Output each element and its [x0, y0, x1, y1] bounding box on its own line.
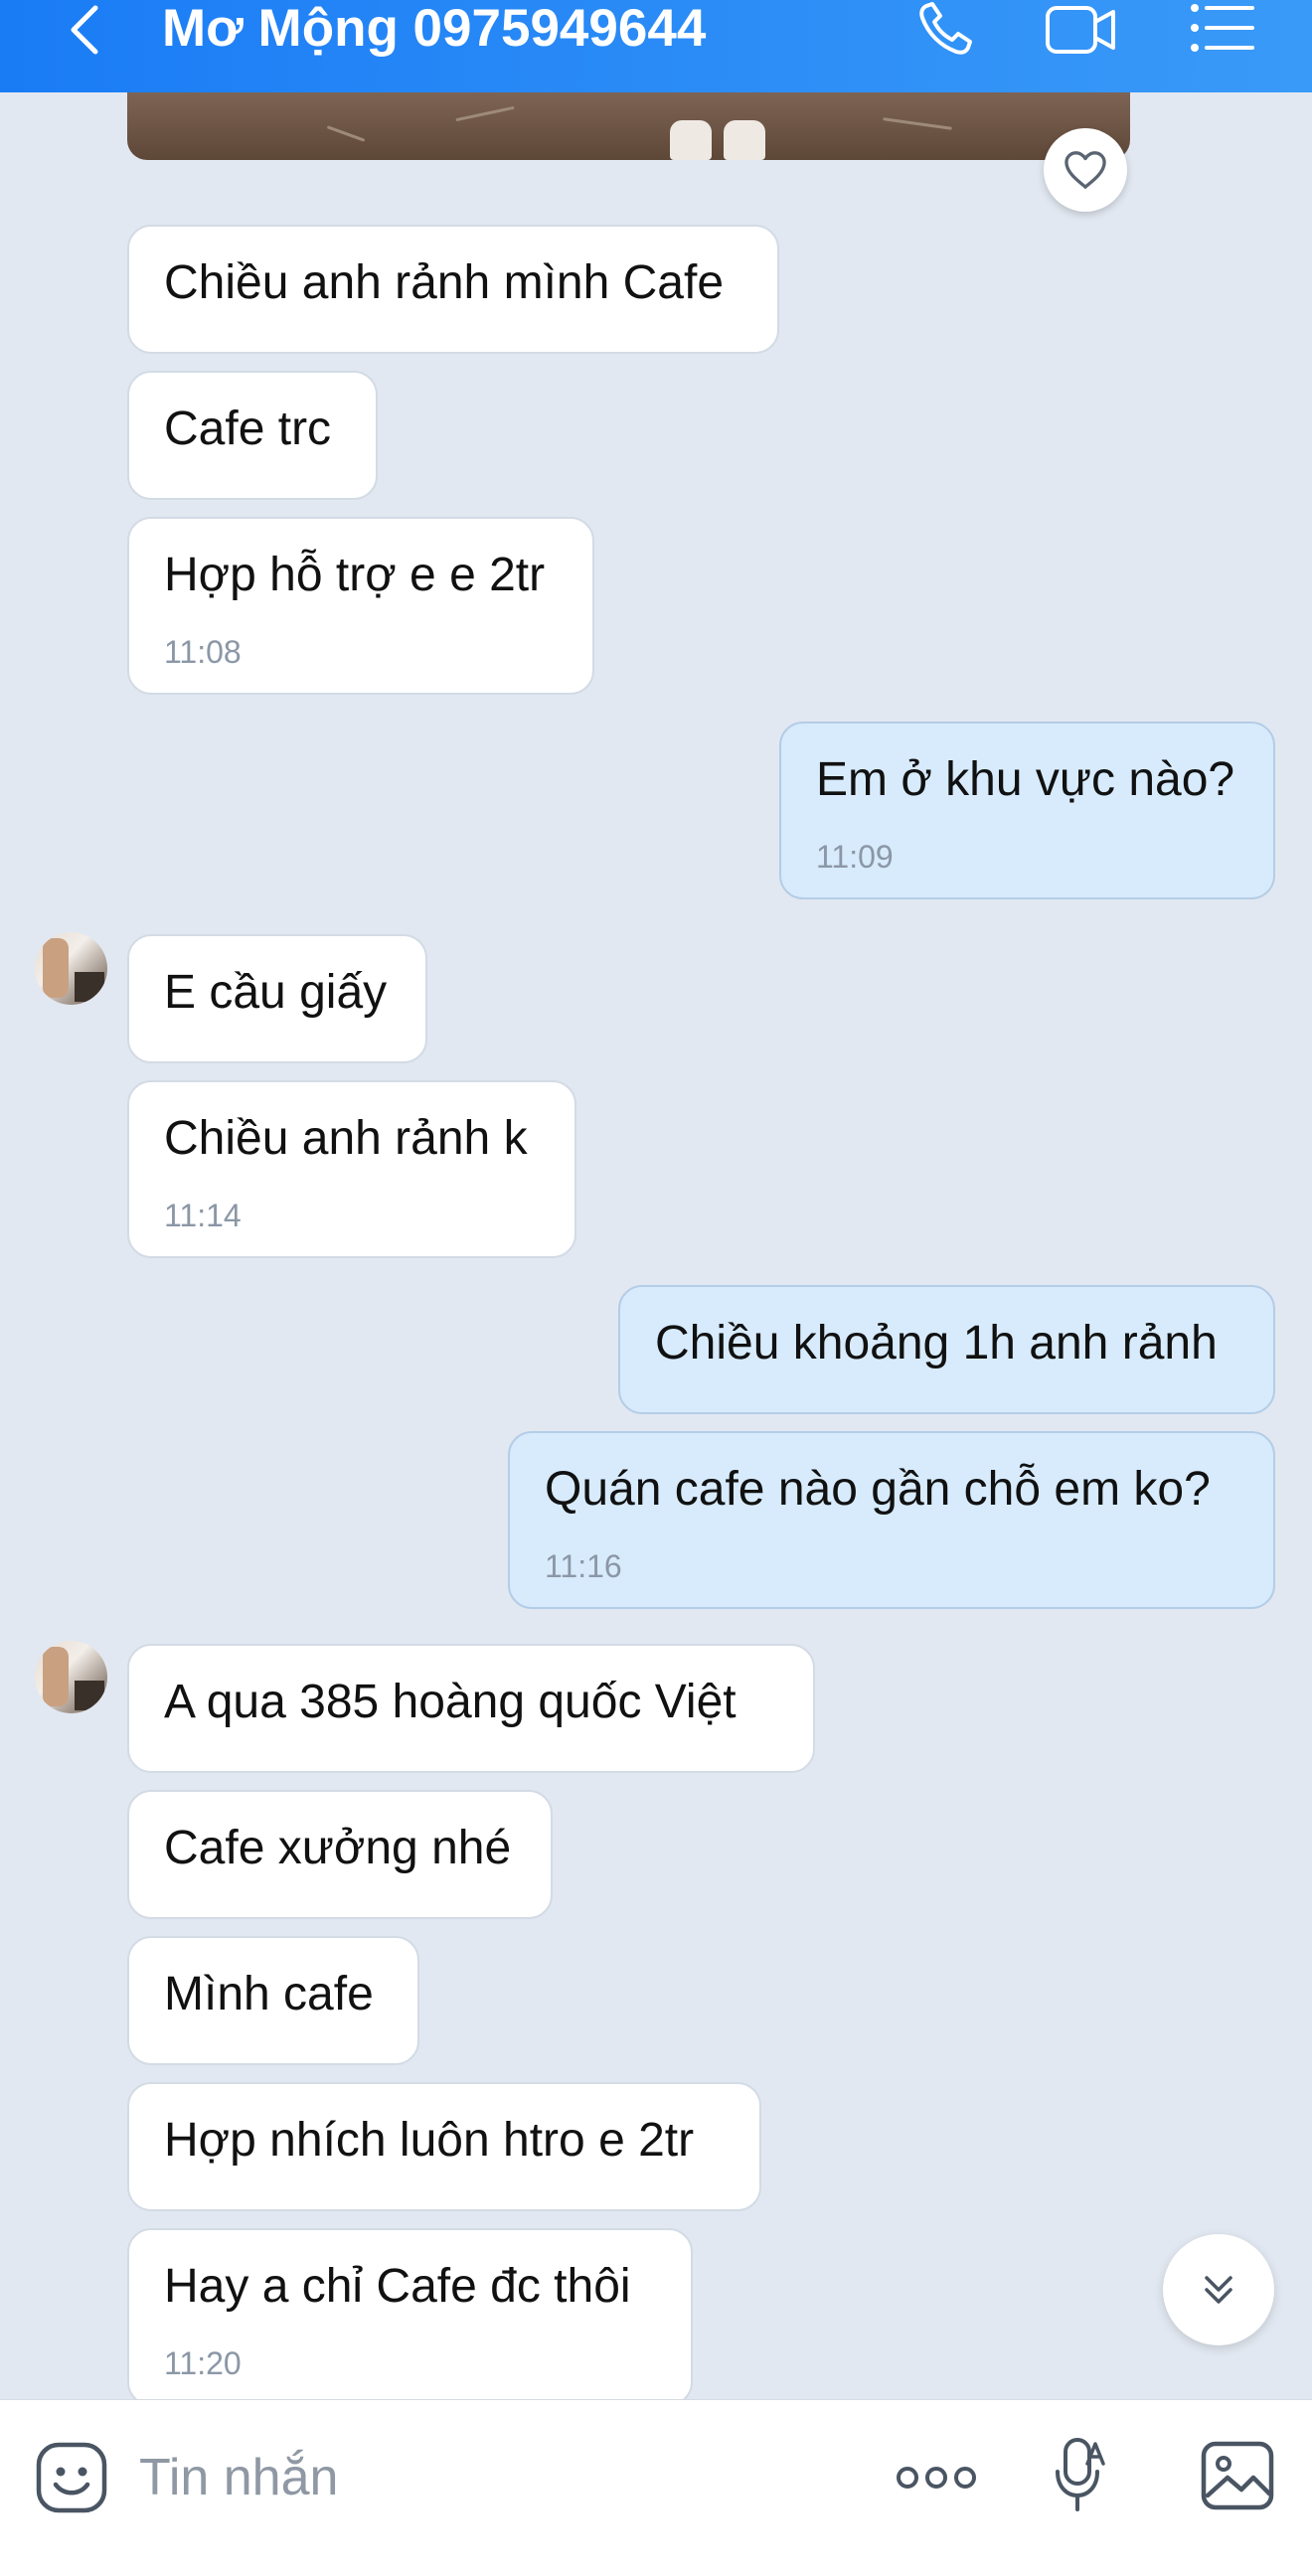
message-text: Hợp hỗ trợ e e 2tr [164, 549, 546, 601]
photo-detail [724, 120, 765, 160]
message-text: Chiều khoảng 1h anh rảnh [655, 1317, 1218, 1369]
emoji-sticker-icon[interactable] [34, 2440, 109, 2515]
message-bubble[interactable]: Quán cafe nào gần chỗ em ko? 11:16 [508, 1431, 1275, 1609]
avatar[interactable] [35, 932, 107, 1005]
message-input[interactable] [139, 2440, 835, 2515]
message-text: Cafe xưởng nhé [164, 1822, 512, 1874]
message-text: A qua 385 hoàng quốc Việt [164, 1676, 737, 1728]
message-text: Hay a chỉ Cafe đc thôi [164, 2260, 631, 2313]
message-bubble[interactable]: Chiều anh rảnh k 11:14 [127, 1080, 576, 1258]
chat-header: Mơ Mộng 0975949644 [0, 0, 1312, 92]
message-time: 11:14 [164, 1198, 242, 1233]
message-text: Cafe trc [164, 402, 332, 455]
message-time: 11:20 [164, 2345, 242, 2381]
scroll-to-bottom-button[interactable] [1163, 2234, 1274, 2345]
phone-icon[interactable] [912, 0, 988, 58]
message-time: 11:09 [816, 839, 894, 875]
message-text: Chiều anh rảnh k [164, 1112, 528, 1165]
message-bubble[interactable]: E cầu giấy [127, 934, 427, 1063]
message-bubble[interactable]: A qua 385 hoàng quốc Việt [127, 1644, 815, 1773]
message-bubble[interactable]: Hay a chỉ Cafe đc thôi 11:20 [127, 2228, 693, 2406]
message-text: E cầu giấy [164, 966, 388, 1019]
video-call-icon[interactable] [1044, 0, 1119, 58]
double-chevron-down-icon [1205, 2276, 1232, 2304]
contact-name-title[interactable]: Mơ Mộng 0975949644 [162, 0, 706, 64]
message-bubble[interactable]: Em ở khu vực nào? 11:09 [779, 722, 1275, 899]
message-text: Em ở khu vực nào? [816, 753, 1235, 806]
message-time: 11:08 [164, 634, 242, 670]
image-gallery-icon[interactable] [1200, 2440, 1275, 2511]
message-bubble[interactable]: Hợp hỗ trợ e e 2tr 11:08 [127, 517, 594, 695]
message-time: 11:16 [545, 1548, 622, 1584]
back-arrow-icon[interactable] [62, 2, 111, 58]
heart-react-icon[interactable] [1044, 128, 1127, 212]
message-bubble[interactable]: Cafe trc [127, 371, 378, 500]
photo-detail [670, 120, 712, 160]
voice-mic-icon[interactable] [1052, 2436, 1107, 2515]
message-text: Chiều anh rảnh mình Cafe [164, 256, 725, 309]
message-composer [0, 2399, 1312, 2576]
photo-message[interactable] [127, 92, 1130, 160]
avatar[interactable] [35, 1641, 107, 1713]
message-bubble[interactable]: Chiều anh rảnh mình Cafe [127, 225, 779, 354]
menu-list-icon[interactable] [1185, 0, 1260, 58]
message-bubble[interactable]: Hợp nhích luôn htro e 2tr [127, 2082, 761, 2211]
message-bubble[interactable]: Mình cafe [127, 1936, 419, 2065]
message-bubble[interactable]: Chiều khoảng 1h anh rảnh [618, 1285, 1275, 1414]
message-text: Mình cafe [164, 1968, 374, 2020]
message-text: Quán cafe nào gần chỗ em ko? [545, 1463, 1211, 1516]
message-bubble[interactable]: Cafe xưởng nhé [127, 1790, 553, 1919]
more-dots-icon[interactable] [895, 2452, 978, 2503]
message-text: Hợp nhích luôn htro e 2tr [164, 2114, 695, 2167]
